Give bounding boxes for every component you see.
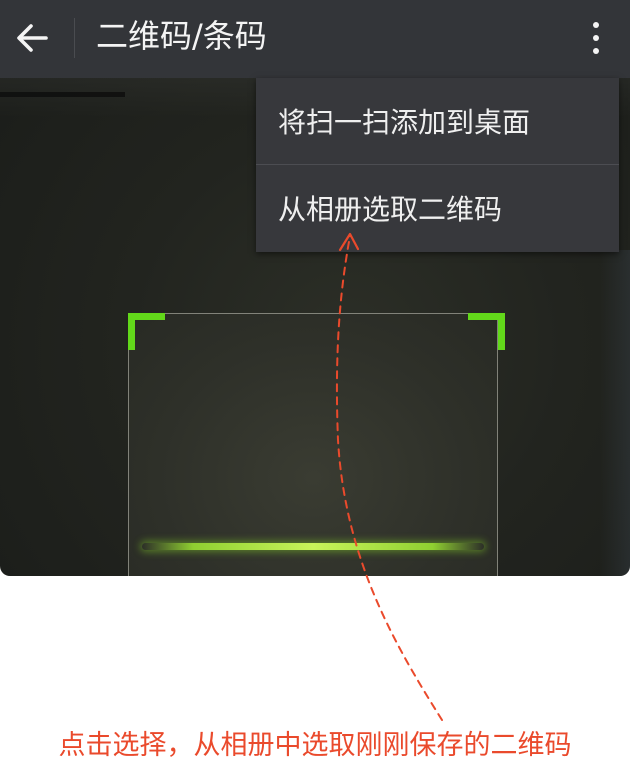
more-vertical-icon [593, 22, 599, 28]
page-title: 二维码/条码 [96, 17, 267, 55]
viewfinder-edge-light [600, 250, 630, 576]
scan-corner-top-right [468, 313, 505, 350]
camera-viewfinder: 二维码/条码 将扫一扫添加到桌面 从相册选取二维码 [0, 0, 630, 576]
scan-corner-top-left [128, 313, 165, 350]
scan-frame [128, 313, 498, 576]
appbar-divider [74, 18, 75, 58]
more-vertical-icon-dot [593, 48, 599, 54]
menu-item-add-to-desktop[interactable]: 将扫一扫添加到桌面 [256, 78, 619, 164]
viewfinder-streak [0, 92, 125, 97]
menu-item-select-from-album[interactable]: 从相册选取二维码 [256, 165, 619, 251]
scan-line [142, 543, 484, 550]
overflow-menu: 将扫一扫添加到桌面 从相册选取二维码 [256, 78, 619, 252]
back-button[interactable] [8, 10, 56, 66]
app-bar: 二维码/条码 [0, 0, 630, 78]
more-options-button[interactable] [574, 10, 618, 66]
more-vertical-icon-dot [593, 35, 599, 41]
arrow-left-icon [17, 24, 48, 52]
annotation-caption: 点击选择，从相册中选取刚刚保存的二维码 [58, 730, 572, 761]
